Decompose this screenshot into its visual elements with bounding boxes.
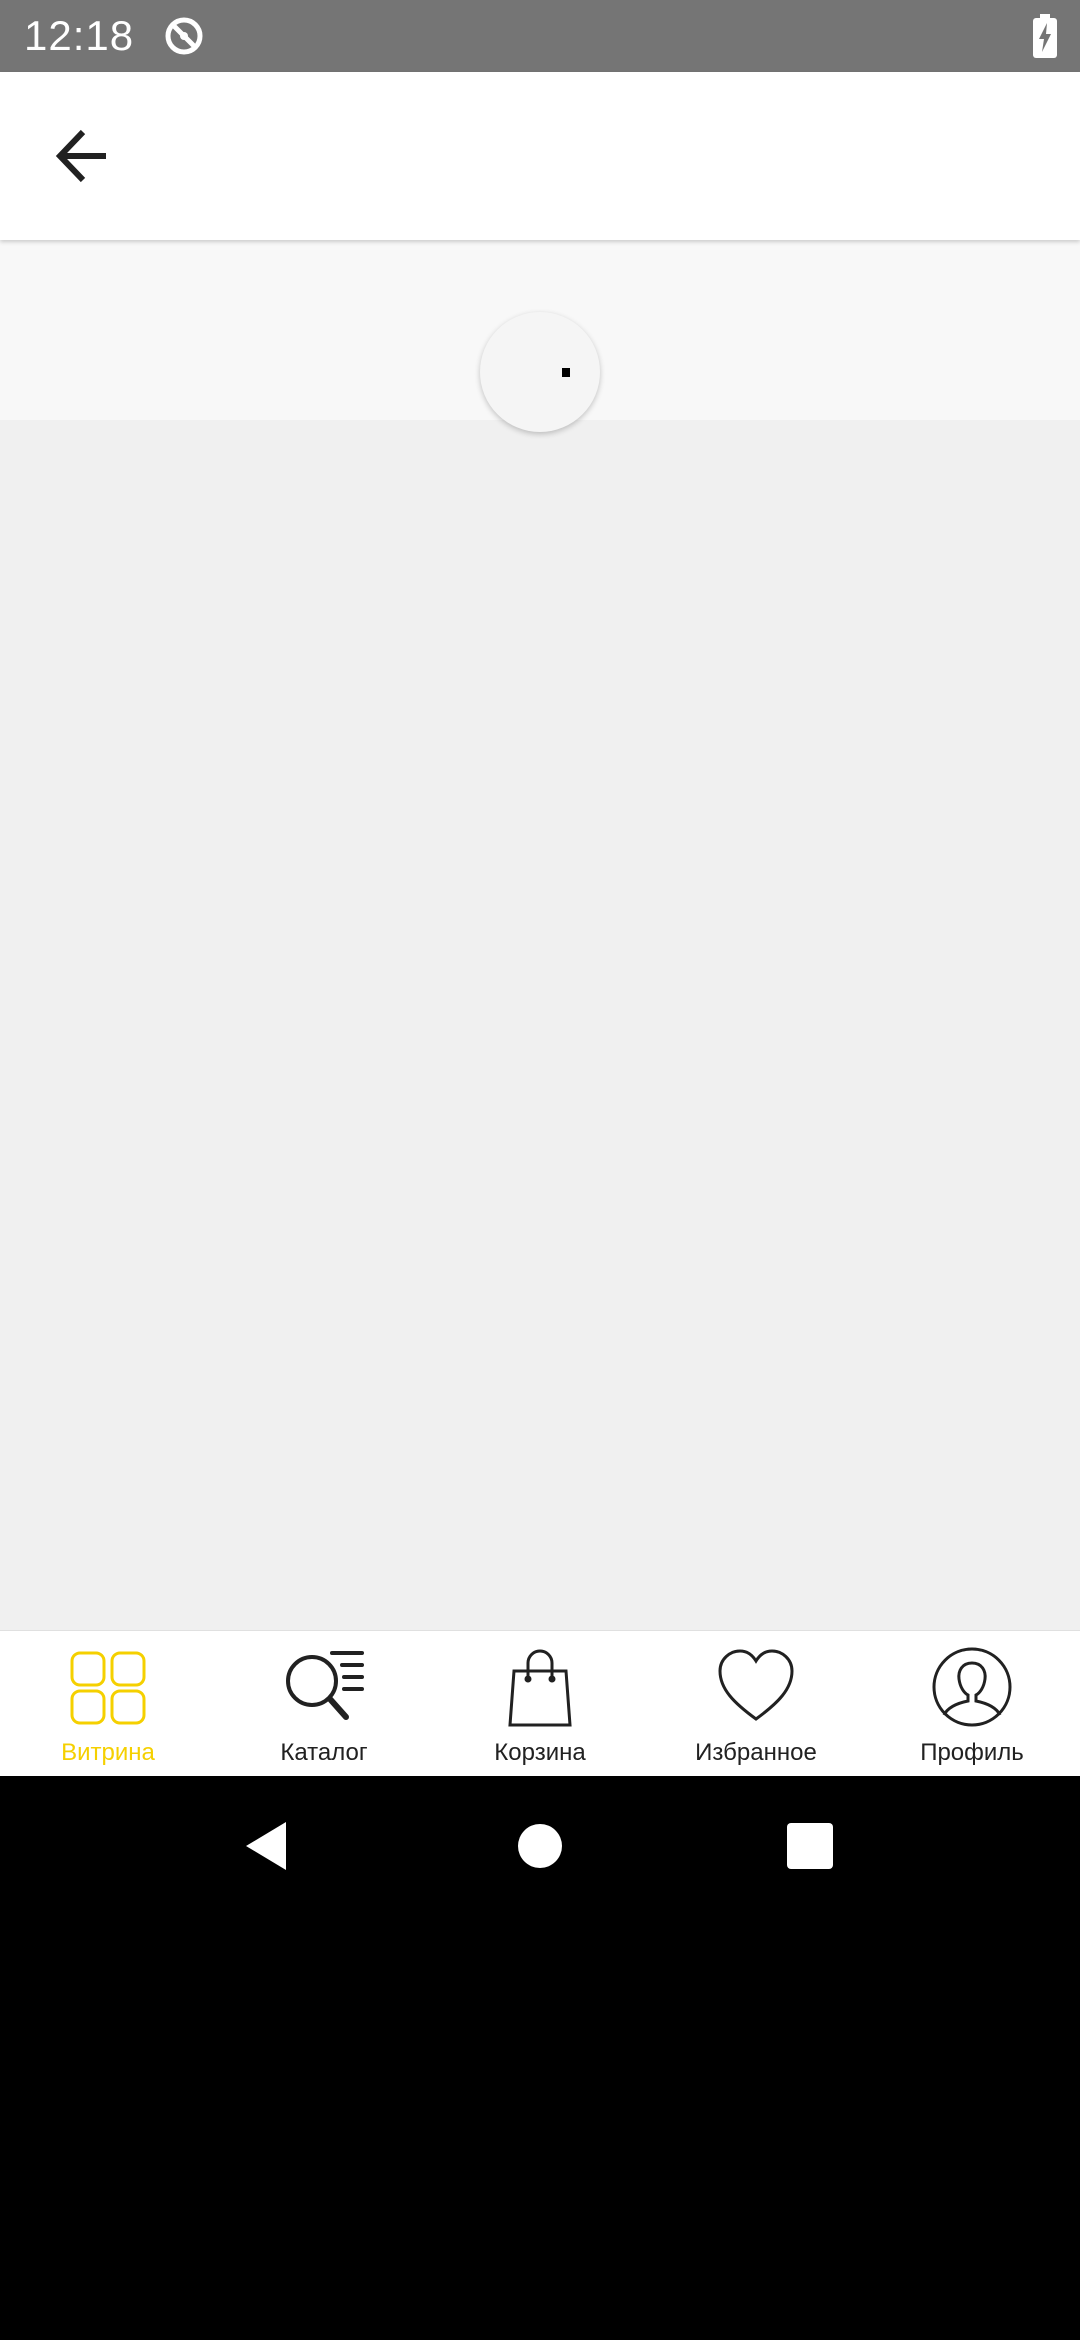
nav-label: Витрина <box>61 1739 155 1766</box>
system-navigation-bar <box>0 1776 1080 1916</box>
home-circle-icon[interactable] <box>512 1818 568 1874</box>
nav-label: Избранное <box>695 1739 817 1766</box>
battery-charging-icon <box>1032 14 1058 58</box>
profile-icon <box>930 1645 1014 1729</box>
main-content <box>0 240 1080 1630</box>
sync-icon <box>162 14 206 58</box>
heart-icon <box>714 1645 798 1729</box>
app-bar <box>0 72 1080 240</box>
nav-item-catalog[interactable]: Каталог <box>216 1631 432 1777</box>
nav-item-vitrina[interactable]: Витрина <box>0 1631 216 1777</box>
arrow-left-icon <box>55 129 106 183</box>
back-button[interactable] <box>40 112 128 200</box>
status-bar: 12:18 <box>0 0 1080 72</box>
nav-label: Каталог <box>280 1739 368 1766</box>
spinner-indicator <box>562 368 570 377</box>
nav-label: Профиль <box>920 1739 1024 1766</box>
catalog-search-icon <box>282 1645 366 1729</box>
nav-label: Корзина <box>494 1739 586 1766</box>
shopping-bag-icon <box>498 1645 582 1729</box>
status-time: 12:18 <box>24 12 135 59</box>
loading-spinner <box>480 312 600 432</box>
recents-square-icon[interactable] <box>782 1818 838 1874</box>
bottom-navigation: Витрина Каталог Корзина Избранное Профил… <box>0 1630 1080 1777</box>
grid-icon <box>66 1645 150 1729</box>
nav-item-profile[interactable]: Профиль <box>864 1631 1080 1777</box>
nav-item-cart[interactable]: Корзина <box>432 1631 648 1777</box>
back-triangle-icon[interactable] <box>240 1818 296 1874</box>
nav-item-favorites[interactable]: Избранное <box>648 1631 864 1777</box>
